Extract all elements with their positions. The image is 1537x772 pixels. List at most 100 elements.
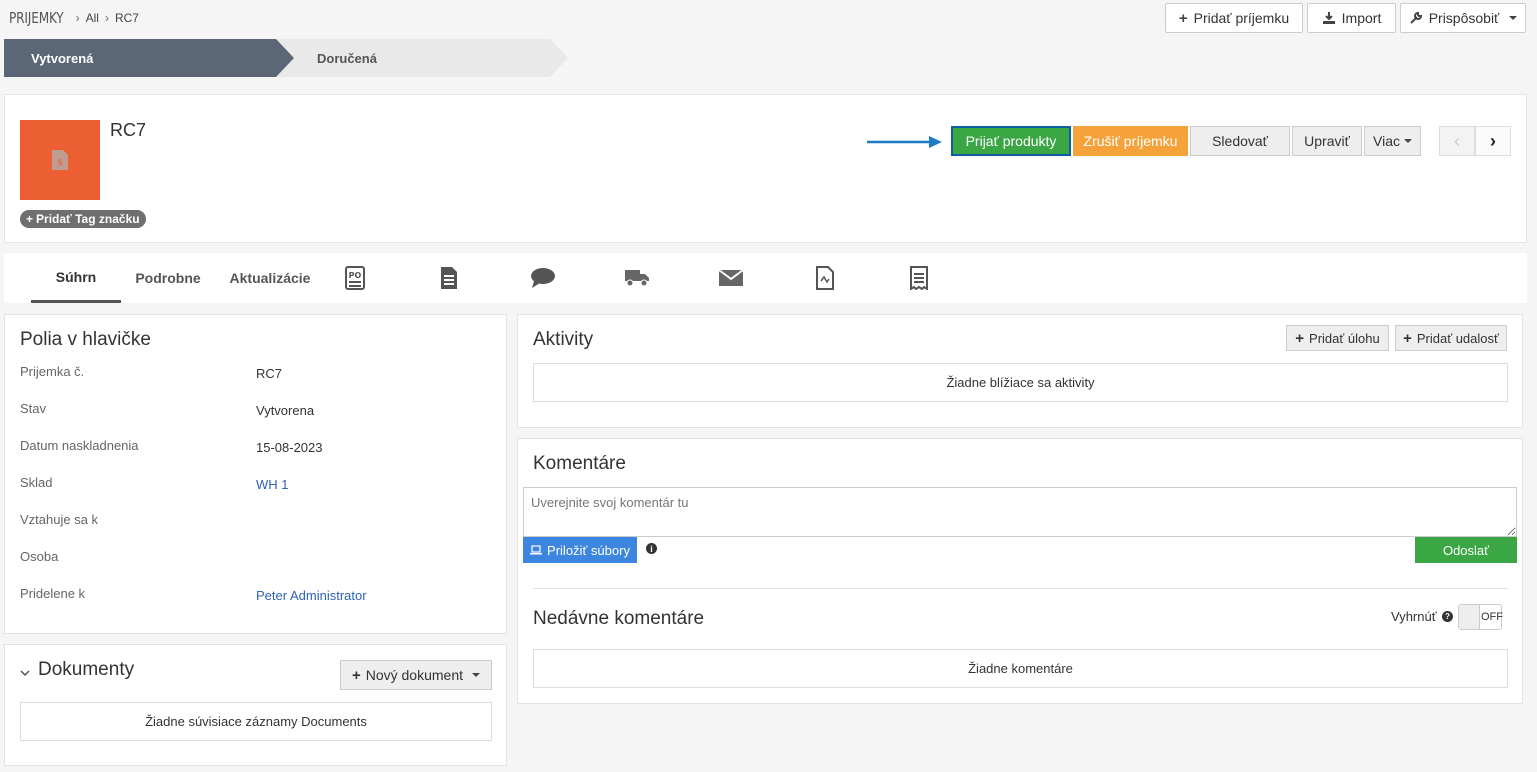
plus-icon: + <box>26 212 34 226</box>
caret-down-icon <box>472 673 481 677</box>
stage-created-label: Vytvorená <box>31 50 94 66</box>
field-label: Prijemka č. <box>20 364 85 379</box>
chat-bubble-icon[interactable] <box>530 265 556 291</box>
follow-button[interactable]: Sledovať <box>1190 126 1290 156</box>
new-document-button[interactable]: + Nový dokument <box>340 660 492 690</box>
document-icon[interactable] <box>436 265 462 291</box>
invoice-dollar-icon: $ <box>52 150 68 170</box>
more-label: Viac <box>1373 133 1400 149</box>
edit-button[interactable]: Upraviť <box>1292 126 1362 156</box>
comment-textarea[interactable] <box>523 487 1517 537</box>
field-value: 15-08-2023 <box>256 440 323 455</box>
activities-empty: Žiadne blížiace sa aktivity <box>533 363 1508 402</box>
receive-products-button[interactable]: Prijať produkty <box>951 126 1071 156</box>
comments-empty: Žiadne komentáre <box>533 649 1508 688</box>
divider <box>533 588 1508 589</box>
laptop-icon <box>530 545 543 555</box>
help-icon: ? <box>1442 611 1453 622</box>
next-record-button[interactable]: › <box>1475 126 1511 156</box>
field-label: Stav <box>20 401 47 416</box>
comments-title: Komentáre <box>533 453 626 474</box>
header-fields-panel: Polia v hlavičke Prijemka č. RC7 Stav Vy… <box>4 314 507 634</box>
documents-empty: Žiadne súvisiace záznamy Documents <box>20 702 492 741</box>
breadcrumb: PRIJEMKY › All › RC7 <box>9 9 139 27</box>
add-receipt-button[interactable]: + Pridať príjemku <box>1165 3 1303 33</box>
add-event-button[interactable]: + Pridať udalosť <box>1395 325 1507 351</box>
chevron-left-icon: ‹ <box>1454 130 1460 151</box>
field-value: Vytvorena <box>256 403 315 418</box>
add-tag-button[interactable]: + Pridať Tag značku <box>20 210 146 228</box>
add-task-button[interactable]: + Pridať úlohu <box>1286 325 1389 351</box>
add-receipt-label: Pridať príjemku <box>1193 10 1290 26</box>
breadcrumb-record: RC7 <box>114 11 139 25</box>
stage-delivered[interactable]: Doručená <box>276 39 568 77</box>
caret-down-icon <box>1403 139 1412 143</box>
field-value-link[interactable]: WH 1 <box>256 477 289 492</box>
toggle-knob <box>1459 605 1480 629</box>
breadcrumb-module[interactable]: PRIJEMKY <box>9 9 64 27</box>
new-document-label: Nový dokument <box>365 667 464 683</box>
plus-icon: + <box>1295 329 1305 347</box>
cancel-receipt-button[interactable]: Zrušiť príjemku <box>1073 126 1188 156</box>
collapse-chevron-icon[interactable] <box>20 665 30 680</box>
po-icon[interactable]: PO <box>342 265 368 291</box>
wrench-icon <box>1409 11 1422 24</box>
envelope-icon[interactable] <box>718 265 744 291</box>
attach-files-label: Priložiť súbory <box>547 542 630 558</box>
breadcrumb-list[interactable]: All <box>86 11 99 25</box>
record-header: $ RC7 + Pridať Tag značku Prijať produkt… <box>4 94 1527 243</box>
caret-down-icon <box>1509 16 1518 20</box>
plus-icon: + <box>1178 9 1188 27</box>
plus-icon: + <box>351 666 361 684</box>
import-button[interactable]: Import <box>1307 3 1396 33</box>
tab-detail[interactable]: Podrobne <box>128 253 208 303</box>
download-icon <box>1322 12 1335 24</box>
import-label: Import <box>1341 10 1382 26</box>
chevron-right-icon: › <box>75 11 80 25</box>
receipt-icon[interactable] <box>906 265 932 291</box>
collapse-toggle[interactable]: OFF <box>1458 604 1503 630</box>
prev-record-button[interactable]: ‹ <box>1439 126 1475 156</box>
more-button[interactable]: Viac <box>1364 126 1421 156</box>
activities-panel: Aktivity + Pridať úlohu + Pridať udalosť… <box>517 314 1523 428</box>
field-label: Sklad <box>20 475 53 490</box>
plus-icon: + <box>1403 329 1412 347</box>
activities-title: Aktivity <box>533 329 594 350</box>
svg-text:PO: PO <box>349 271 362 280</box>
tab-updates[interactable]: Aktualizácie <box>223 253 317 303</box>
chevron-right-icon: › <box>104 11 109 25</box>
field-label: Osoba <box>20 549 59 564</box>
truck-icon[interactable] <box>624 265 650 291</box>
record-title: RC7 <box>110 120 147 140</box>
attach-files-button[interactable]: Priložiť súbory <box>523 537 637 563</box>
info-icon[interactable]: i <box>646 543 657 554</box>
field-label: Datum naskladnenia <box>20 438 139 453</box>
customize-button[interactable]: Prispôsobiť <box>1400 3 1526 33</box>
field-label: Pridelene k <box>20 586 86 601</box>
documents-panel: Dokumenty + Nový dokument Žiadne súvisia… <box>4 644 507 766</box>
header-fields-title: Polia v hlavičke <box>20 329 151 350</box>
toggle-label: OFF <box>1481 611 1503 623</box>
record-avatar: $ <box>20 120 100 200</box>
add-event-label: Pridať udalosť <box>1416 330 1499 346</box>
tab-summary[interactable]: Súhrn <box>31 253 121 303</box>
record-tabs: Súhrn Podrobne Aktualizácie PO <box>4 253 1527 303</box>
invoice-icon[interactable] <box>812 265 838 291</box>
documents-title: Dokumenty <box>38 659 135 680</box>
field-value: RC7 <box>256 366 283 381</box>
add-task-label: Pridať úlohu <box>1309 330 1380 346</box>
comments-panel: Komentáre Priložiť súbory i Odoslať Nedá… <box>517 438 1523 704</box>
send-comment-button[interactable]: Odoslať <box>1415 537 1517 563</box>
collapse-label: Vyhrnúť <box>1391 609 1437 624</box>
stage-delivered-label: Doručená <box>317 50 377 66</box>
recent-comments-title: Nedávne komentáre <box>533 608 705 629</box>
stage-created[interactable]: Vytvorená <box>4 39 294 77</box>
chevron-right-icon: › <box>1490 130 1496 151</box>
field-label: Vztahuje sa k <box>20 512 99 527</box>
top-bar: PRIJEMKY › All › RC7 + Pridať príjemku I… <box>0 0 1537 38</box>
annotation-arrow-icon <box>867 136 942 148</box>
svg-text:$: $ <box>57 158 63 168</box>
field-value-link[interactable]: Peter Administrator <box>256 588 367 603</box>
add-tag-label: Pridať Tag značku <box>36 212 140 226</box>
customize-label: Prispôsobiť <box>1428 10 1500 26</box>
